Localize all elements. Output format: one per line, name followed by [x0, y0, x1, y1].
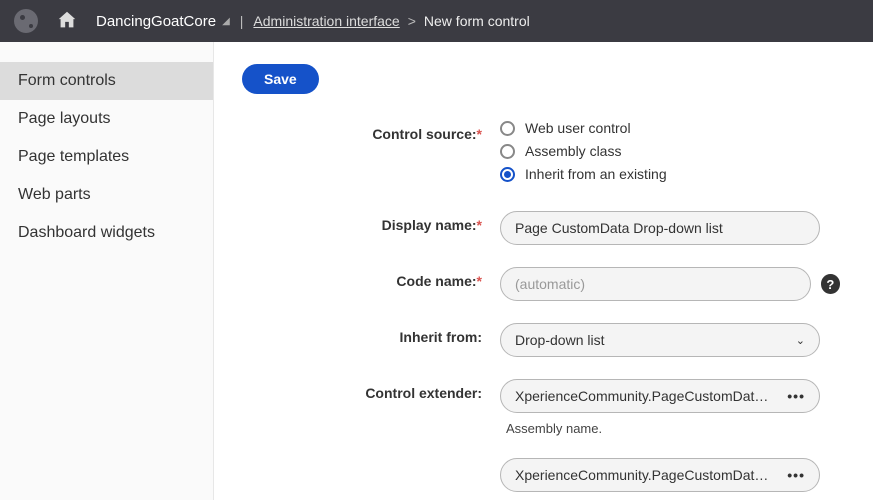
breadcrumb-separator: |: [240, 13, 244, 29]
site-dropdown-caret-icon[interactable]: ◢: [222, 16, 230, 27]
radio-icon: [500, 144, 515, 159]
site-name[interactable]: DancingGoatCore: [96, 13, 216, 30]
sidebar-item-page-templates[interactable]: Page templates: [0, 138, 213, 176]
row-control-source: Control source:* Web user control Assemb…: [242, 120, 845, 189]
row-display-name: Display name:* Page CustomData Drop-down…: [242, 211, 845, 245]
save-button[interactable]: Save: [242, 64, 319, 94]
sidebar-item-page-layouts[interactable]: Page layouts: [0, 100, 213, 138]
radio-icon: [500, 167, 515, 182]
radio-label: Inherit from an existing: [525, 166, 667, 182]
class-name-picker[interactable]: XperienceCommunity.PageCustomDataCon… ••…: [500, 458, 820, 492]
radio-assembly-class[interactable]: Assembly class: [500, 143, 840, 159]
home-icon[interactable]: [56, 9, 78, 34]
sidebar-item-dashboard-widgets[interactable]: Dashboard widgets: [0, 214, 213, 252]
topbar: DancingGoatCore ◢ | Administration inter…: [0, 0, 873, 42]
breadcrumb-admin-link[interactable]: Administration interface: [253, 13, 399, 29]
display-name-input[interactable]: Page CustomData Drop-down list: [500, 211, 820, 245]
sidebar: Form controls Page layouts Page template…: [0, 42, 214, 500]
assembly-name-caption: Assembly name.: [506, 421, 840, 436]
breadcrumb-current: New form control: [424, 13, 530, 29]
radio-inherit-existing[interactable]: Inherit from an existing: [500, 166, 840, 182]
label-control-extender: Control extender:: [242, 379, 500, 401]
sidebar-item-form-controls[interactable]: Form controls: [0, 62, 213, 100]
row-inherit-from: Inherit from: Drop-down list ⌄: [242, 323, 845, 357]
input-value: Page CustomData Drop-down list: [515, 220, 723, 236]
content-area: Save Control source:* Web user control A…: [214, 42, 873, 500]
label-control-source: Control source:*: [242, 120, 500, 142]
inherit-from-select[interactable]: Drop-down list ⌄: [500, 323, 820, 357]
code-name-input[interactable]: (automatic): [500, 267, 811, 301]
help-icon[interactable]: ?: [821, 274, 840, 294]
field-control-source: Web user control Assembly class Inherit …: [500, 120, 840, 189]
form: Control source:* Web user control Assemb…: [242, 120, 845, 500]
row-control-extender: Control extender: XperienceCommunity.Pag…: [242, 379, 845, 500]
sidebar-item-label: Web parts: [18, 186, 91, 203]
radio-icon: [500, 121, 515, 136]
ellipsis-icon: •••: [787, 467, 805, 483]
picker-value: XperienceCommunity.PageCustomDataCon…: [515, 467, 775, 483]
sidebar-item-label: Page layouts: [18, 110, 111, 127]
app-logo-icon[interactable]: [14, 9, 38, 33]
radio-label: Assembly class: [525, 143, 621, 159]
assembly-name-picker[interactable]: XperienceCommunity.PageCustomDataCon… ••…: [500, 379, 820, 413]
sidebar-item-label: Dashboard widgets: [18, 224, 155, 241]
chevron-right-icon: >: [408, 13, 416, 29]
picker-value: XperienceCommunity.PageCustomDataCon…: [515, 388, 775, 404]
required-marker: *: [477, 126, 482, 142]
sidebar-item-label: Page templates: [18, 148, 129, 165]
radio-label: Web user control: [525, 120, 631, 136]
input-placeholder: (automatic): [515, 276, 585, 292]
row-code-name: Code name:* (automatic) ?: [242, 267, 845, 301]
required-marker: *: [477, 217, 482, 233]
label-inherit-from: Inherit from:: [242, 323, 500, 345]
label-code-name: Code name:*: [242, 267, 500, 289]
ellipsis-icon: •••: [787, 388, 805, 404]
sidebar-item-web-parts[interactable]: Web parts: [0, 176, 213, 214]
select-value: Drop-down list: [515, 332, 604, 348]
chevron-down-icon: ⌄: [796, 334, 805, 347]
required-marker: *: [477, 273, 482, 289]
sidebar-item-label: Form controls: [18, 72, 116, 89]
radio-web-user-control[interactable]: Web user control: [500, 120, 840, 136]
label-display-name: Display name:*: [242, 211, 500, 233]
